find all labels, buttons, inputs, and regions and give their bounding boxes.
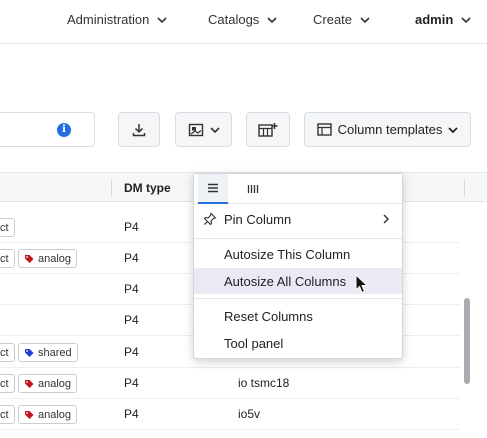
menu-item-reset-columns[interactable]: Reset Columns [194,303,402,329]
tab-general[interactable] [198,174,228,204]
info-icon[interactable]: i [57,123,71,137]
menu-item-label: Autosize This Column [224,246,351,262]
chevron-down-icon [157,16,167,23]
menu-divider [194,298,402,299]
tag-icon [25,348,34,357]
nav-create-label: Create [313,12,353,27]
cell-name: io tsmc18 [238,376,290,390]
nav-catalogs[interactable]: Catalogs [208,12,277,27]
column-header-dm-type[interactable]: DM type [124,181,171,195]
tag-badge: ct [0,249,15,268]
menu-item-autosize-this-column[interactable]: Autosize This Column [194,241,402,267]
tag-icon [25,254,34,263]
cell-name: io5v [238,407,261,421]
chevron-down-icon [448,126,459,133]
tag-label: ct [0,377,9,390]
tag-badge: ct [0,405,15,424]
pin-icon [203,212,217,226]
nav-administration-label: Administration [67,12,150,27]
tag-label: ct [0,221,9,234]
column-templates-label: Column templates [337,122,443,137]
tag-label: ct [0,346,9,359]
cell-dm-type: P4 [124,220,139,234]
top-navigation: Administration Catalogs Create admin [0,0,487,44]
menu-item-label: Pin Column [224,211,292,227]
menu-icon [208,183,218,193]
menu-item-autosize-all-columns[interactable]: Autosize All Columns [194,268,402,294]
columns-icon [247,185,259,193]
cell-dm-type: P4 [124,282,139,296]
tag-label: ct [0,408,9,421]
chevron-down-icon [209,126,220,133]
chevron-down-icon [360,16,370,23]
column-resize-handle[interactable] [111,179,112,197]
cell-dm-type: P4 [124,313,139,327]
download-icon [132,123,146,136]
tag-label: analog [38,377,72,390]
nav-administration[interactable]: Administration [67,12,167,27]
column-menu: Pin Column Autosize This Column Autosize… [193,173,403,359]
menu-item-tool-panel[interactable]: Tool panel [194,330,402,356]
image-menu-button[interactable] [175,112,232,147]
menu-item-label: Autosize All Columns [224,273,347,289]
tag-badge: ct [0,343,15,362]
cell-dm-type: P4 [124,407,139,421]
menu-divider [194,238,402,239]
tag-badge: ct [0,374,15,393]
column-templates-button[interactable]: Column templates [304,112,471,147]
table-row[interactable]: ct analog P4 io5v [0,399,460,430]
menu-item-label: Reset Columns [224,308,313,324]
tag-icon [25,410,34,419]
cell-dm-type: P4 [124,345,139,359]
tag-label: analog [38,252,72,265]
tag-label: analog [38,408,72,421]
chevron-down-icon [267,16,277,23]
tab-columns[interactable] [238,174,268,204]
chevron-down-icon [461,16,471,23]
nav-user-menu[interactable]: admin [415,12,471,27]
download-button[interactable] [118,112,160,147]
tag-badge: analog [18,405,78,424]
tag-badge: analog [18,249,78,268]
tag-badge: ct [0,218,15,237]
cell-dm-type: P4 [124,251,139,265]
mouse-cursor-icon [355,274,369,294]
menu-item-label: Tool panel [224,335,284,351]
tag-badge: shared [18,343,78,362]
nav-user-label: admin [415,12,454,27]
tag-icon [25,379,34,388]
tag-label: shared [38,346,72,359]
search-input[interactable]: i [0,112,95,147]
image-icon [188,123,203,136]
tag-label: ct [0,252,9,265]
column-menu-tabs [194,174,402,204]
table-icon [316,123,332,136]
nav-create[interactable]: Create [313,12,370,27]
cell-dm-type: P4 [124,376,139,390]
chevron-right-icon [383,214,389,224]
menu-item-pin-column[interactable]: Pin Column [194,206,402,232]
column-resize-handle[interactable] [464,179,465,197]
nav-catalogs-label: Catalogs [208,12,260,27]
add-column-icon [258,122,278,137]
add-column-button[interactable] [246,112,290,147]
vertical-scrollbar[interactable] [464,298,470,384]
tag-badge: analog [18,374,78,393]
table-row[interactable]: ct analog P4 io tsmc18 [0,368,460,399]
